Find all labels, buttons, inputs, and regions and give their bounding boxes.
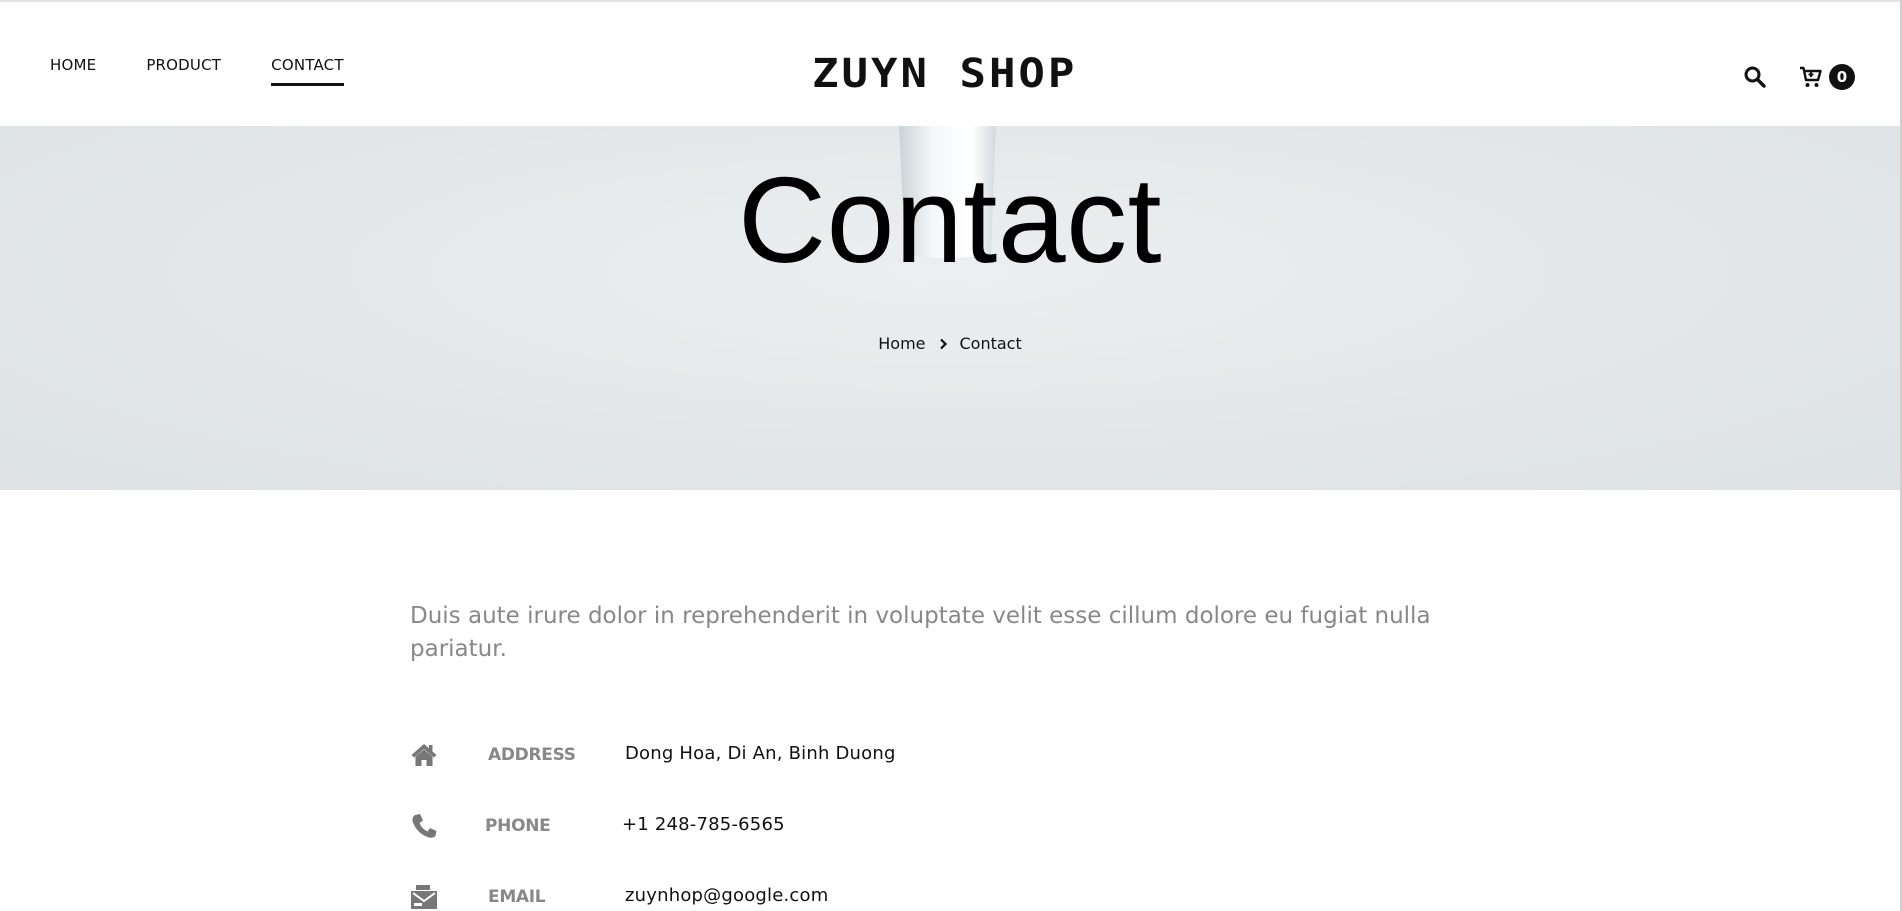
contact-content: Duis aute irure dolor in reprehenderit i…	[0, 490, 1900, 911]
address-label: ADDRESS	[488, 745, 576, 765]
nav-home[interactable]: HOME	[50, 56, 96, 80]
nav-product[interactable]: PRODUCT	[146, 56, 221, 80]
phone-value[interactable]: +1 248-785-6565	[622, 814, 785, 835]
contact-email-row: EMAIL zuynhop@google.com	[410, 883, 1310, 911]
email-value[interactable]: zuynhop@google.com	[625, 885, 828, 906]
cart-count-badge: 0	[1829, 64, 1855, 90]
nav-contact[interactable]: CONTACT	[271, 56, 344, 86]
email-label: EMAIL	[488, 887, 546, 907]
phone-label: PHONE	[485, 816, 551, 836]
contact-address-row: ADDRESS Dong Hoa, Di An, Binh Duong	[410, 741, 1310, 771]
email-icon	[411, 885, 437, 909]
site-header: HOME PRODUCT CONTACT ZUYN SHOP 0	[0, 0, 1900, 126]
page: HOME PRODUCT CONTACT ZUYN SHOP 0 Contact…	[0, 0, 1902, 911]
cart-icon	[1800, 66, 1822, 87]
site-logo[interactable]: ZUYN SHOP	[812, 53, 1094, 93]
home-icon	[411, 744, 437, 766]
main-nav: HOME PRODUCT CONTACT	[50, 56, 394, 86]
address-value: Dong Hoa, Di An, Binh Duong	[625, 743, 896, 764]
search-icon	[1744, 66, 1766, 88]
page-hero: Contact Home Contact	[0, 126, 1900, 490]
contact-phone-row: PHONE +1 248-785-6565	[410, 812, 1310, 842]
search-button[interactable]	[1743, 65, 1767, 89]
chevron-right-icon	[939, 338, 947, 349]
contact-intro-text: Duis aute irure dolor in reprehenderit i…	[410, 603, 1431, 662]
page-title: Contact	[738, 152, 1162, 288]
phone-icon	[412, 814, 437, 838]
breadcrumb-current: Contact	[959, 334, 1022, 353]
breadcrumb: Home Contact	[0, 334, 1900, 353]
cart-button[interactable]: 0	[1799, 64, 1855, 90]
breadcrumb-home-link[interactable]: Home	[878, 334, 925, 353]
